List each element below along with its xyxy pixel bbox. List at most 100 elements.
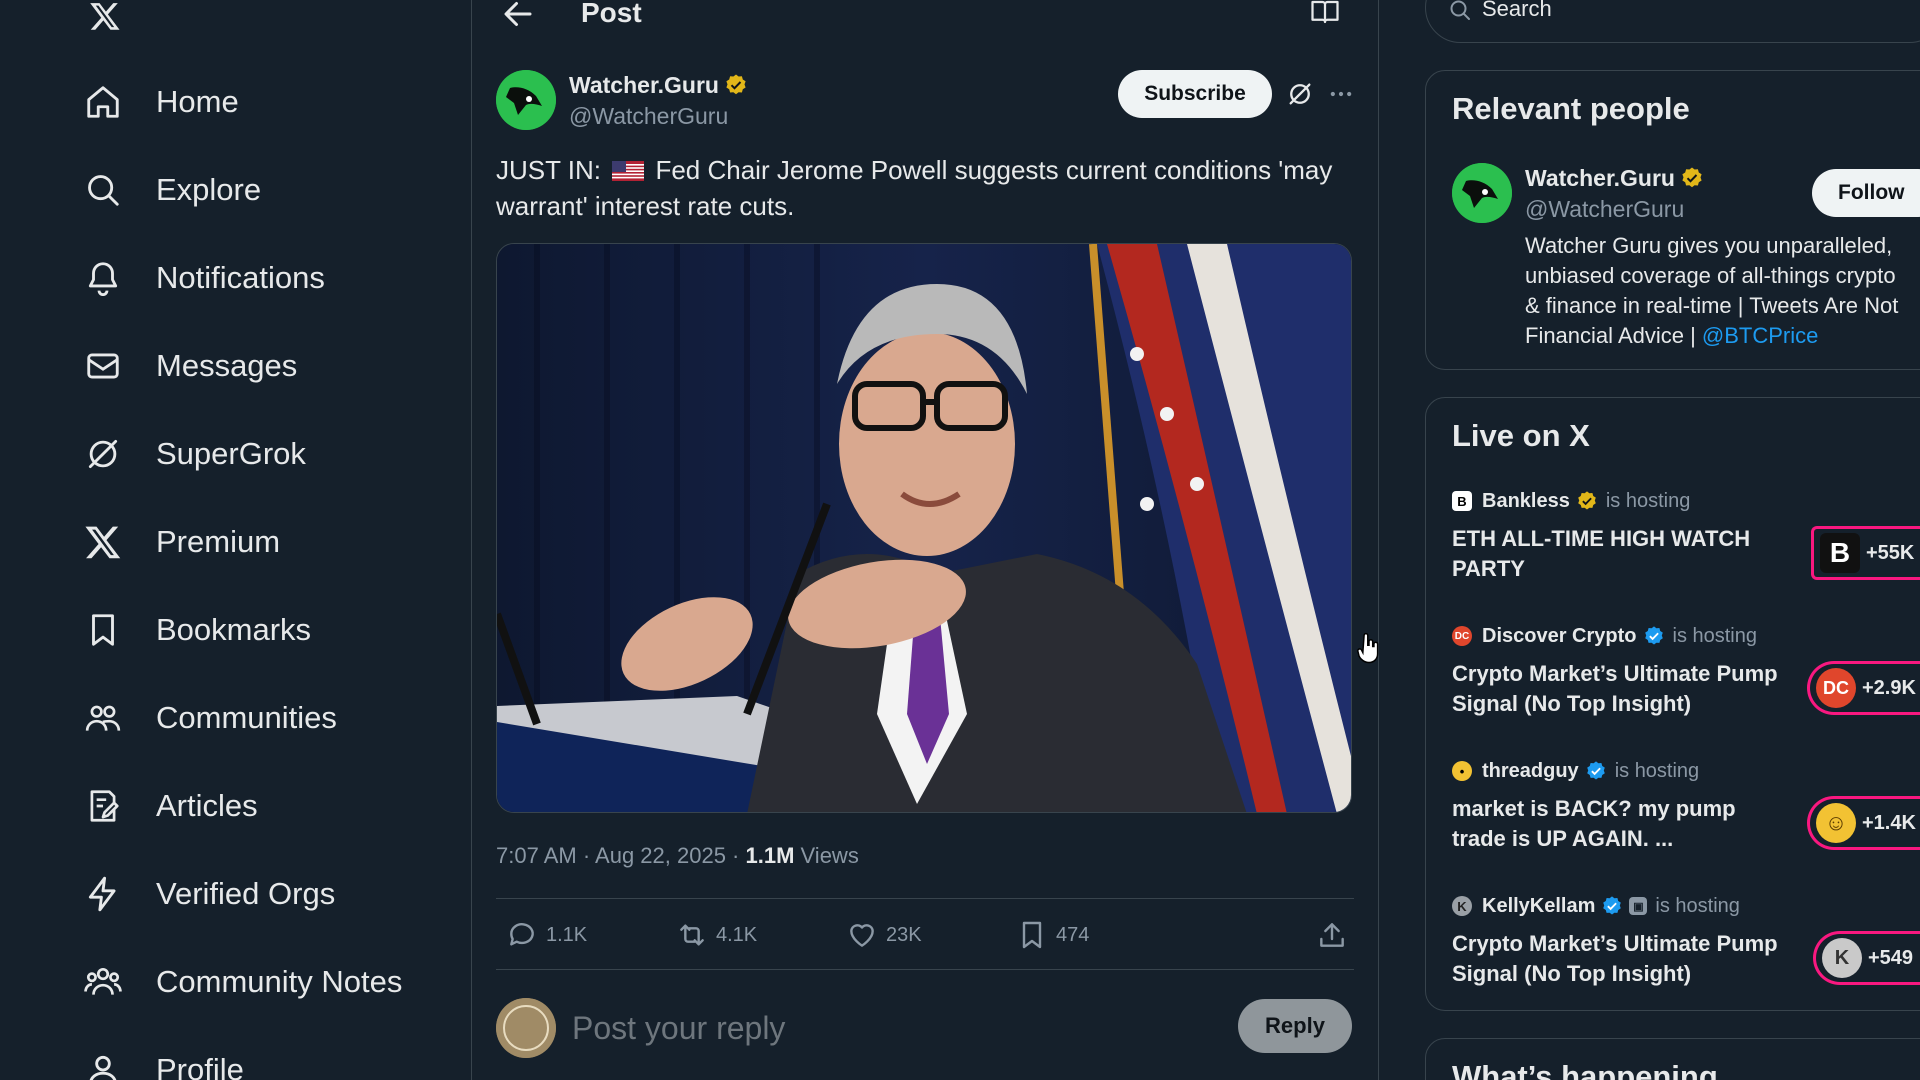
home-icon <box>87 86 119 118</box>
nav-item-communities[interactable]: Communities <box>80 687 349 749</box>
post-meta: 7:07 AM · Aug 22, 2025 · 1.1M Views <box>496 843 859 869</box>
nav-label: Messages <box>156 348 298 383</box>
live-host: • threadguy is hosting <box>1452 758 1699 784</box>
kellykellam-avatar-icon: K <box>1452 896 1472 916</box>
live-item[interactable]: DC Discover Crypto is hosting Crypto Mar… <box>1452 623 1920 743</box>
nav-item-messages[interactable]: Messages <box>80 335 309 397</box>
nav-item-premium[interactable]: Premium <box>80 511 292 573</box>
like-action[interactable]: 23K <box>846 919 922 951</box>
reply-input[interactable] <box>572 1006 1072 1050</box>
live-listeners-pill[interactable]: DC +2.9K <box>1807 661 1920 715</box>
verified-blue-icon <box>1586 761 1605 780</box>
subscribe-button[interactable]: Subscribe <box>1118 70 1272 118</box>
nav-item-supergrok[interactable]: SuperGrok <box>80 423 318 485</box>
host-name[interactable]: Bankless <box>1482 490 1570 513</box>
live-title: ETH ALL-TIME HIGH WATCH PARTY <box>1452 526 1751 581</box>
people-icon <box>85 705 121 731</box>
more-options-icon[interactable] <box>1326 80 1356 108</box>
search-icon <box>1450 0 1470 20</box>
nav-item-articles[interactable]: Articles <box>80 775 270 837</box>
repost-action[interactable]: 4.1K <box>676 919 757 951</box>
person-handle[interactable]: @WatcherGuru <box>1525 196 1684 223</box>
reply-action[interactable]: 1.1K <box>506 919 587 951</box>
post-timestamp[interactable]: 7:07 AM · Aug 22, 2025 · <box>496 843 746 868</box>
bookmark-action[interactable]: 474 <box>1016 919 1089 951</box>
cursor-hand-icon <box>1357 633 1379 664</box>
left-nav: Home Explore Notifications Messages Supe… <box>0 0 470 1080</box>
heart-icon <box>850 924 874 947</box>
nav-item-community-notes[interactable]: Community Notes <box>80 951 414 1013</box>
search-input[interactable] <box>1482 0 1782 22</box>
bio-link[interactable]: @BTCPrice <box>1702 323 1818 348</box>
live-listeners-pill[interactable]: ☺ +1.4K <box>1807 796 1920 850</box>
nav-item-profile[interactable]: Profile <box>80 1039 256 1080</box>
smiley-avatar-icon: ☺ <box>1816 803 1856 843</box>
nav-item-home[interactable]: Home <box>80 71 251 133</box>
author-handle[interactable]: @WatcherGuru <box>569 103 728 130</box>
kellykellam-avatar-icon: K <box>1822 938 1862 978</box>
live-listeners-pill[interactable]: B +55K <box>1811 526 1920 580</box>
post-views-count: 1.1M <box>745 843 795 868</box>
divider-right <box>1378 0 1379 1080</box>
like-count: 23K <box>886 923 922 946</box>
bookmark-icon <box>92 614 114 646</box>
group-icon <box>84 967 122 995</box>
page-title: Post <box>581 0 642 28</box>
share-action[interactable] <box>1316 919 1348 951</box>
envelope-icon <box>87 353 119 379</box>
watcher-guru-logo <box>1452 163 1512 223</box>
reader-mode-icon[interactable] <box>1310 0 1340 26</box>
live-listeners-pill[interactable]: K +549 <box>1813 931 1920 985</box>
watcher-guru-logo <box>496 70 556 130</box>
back-arrow-icon[interactable] <box>500 0 536 32</box>
host-name[interactable]: KellyKellam <box>1482 895 1595 918</box>
post-actions: 1.1K 4.1K 23K 474 <box>496 898 1354 970</box>
nav-item-explore[interactable]: Explore <box>80 159 273 221</box>
right-sidebar: Relevant people Watcher.Guru @WatcherGur… <box>1424 0 1920 1080</box>
threadguy-avatar-icon: • <box>1452 761 1472 781</box>
hosting-label: is hosting <box>1672 624 1758 647</box>
grok-icon[interactable] <box>1286 80 1314 108</box>
nav-item-notifications[interactable]: Notifications <box>80 247 337 309</box>
post-image[interactable] <box>496 243 1352 813</box>
live-title: Crypto Market’s Ultimate Pump Signal (No… <box>1452 931 1778 986</box>
author-name[interactable]: Watcher.Guru <box>569 72 719 99</box>
listener-count: +549 <box>1868 946 1914 969</box>
whats-happening-card: What’s happening <box>1425 1038 1920 1080</box>
bio-line: unbiased coverage of all-things crypto <box>1525 263 1896 288</box>
bell-icon <box>88 262 118 297</box>
live-item[interactable]: K KellyKellam ▣ is hosting Crypto Market… <box>1452 893 1920 1013</box>
person-name[interactable]: Watcher.Guru <box>1525 165 1675 192</box>
nav-label: Communities <box>156 700 337 735</box>
person-icon <box>89 1055 117 1080</box>
altcoin-daily-avatar <box>496 998 556 1058</box>
x-logo-icon[interactable] <box>84 0 126 32</box>
nav-label: Explore <box>156 172 262 207</box>
follow-button[interactable]: Follow <box>1812 169 1920 217</box>
nav-item-verified-orgs[interactable]: Verified Orgs <box>80 863 347 925</box>
lightning-icon <box>88 876 116 912</box>
live-item[interactable]: B Bankless is hosting ETH ALL-TIME HIGH … <box>1452 488 1920 608</box>
nav-item-bookmarks[interactable]: Bookmarks <box>80 599 323 661</box>
card-title: Relevant people <box>1452 91 1690 126</box>
listener-count: +2.9K <box>1862 676 1916 699</box>
reply-button[interactable]: Reply <box>1238 999 1352 1053</box>
bankless-logo-icon: B <box>1820 533 1860 573</box>
nav-label: Verified Orgs <box>156 876 336 911</box>
post-views-label: Views <box>794 843 859 868</box>
verified-blue-icon <box>1644 626 1663 645</box>
hosting-label: is hosting <box>1605 489 1691 512</box>
bookmark-icon <box>1022 921 1042 949</box>
verified-gold-icon <box>726 74 746 95</box>
live-on-x-card: Live on X B Bankless is hosting ETH ALL-… <box>1425 397 1920 1011</box>
hosting-label: is hosting <box>1655 894 1740 917</box>
host-name[interactable]: Discover Crypto <box>1482 625 1637 648</box>
live-host: K KellyKellam ▣ is hosting <box>1452 893 1740 919</box>
bio-line: Financial Advice | <box>1525 323 1702 348</box>
avatar[interactable] <box>496 998 556 1058</box>
avatar[interactable] <box>496 70 556 130</box>
host-name[interactable]: threadguy <box>1482 760 1579 783</box>
live-item[interactable]: • threadguy is hosting market is BACK? m… <box>1452 758 1920 878</box>
search-box[interactable] <box>1425 0 1920 43</box>
avatar[interactable] <box>1452 163 1512 223</box>
